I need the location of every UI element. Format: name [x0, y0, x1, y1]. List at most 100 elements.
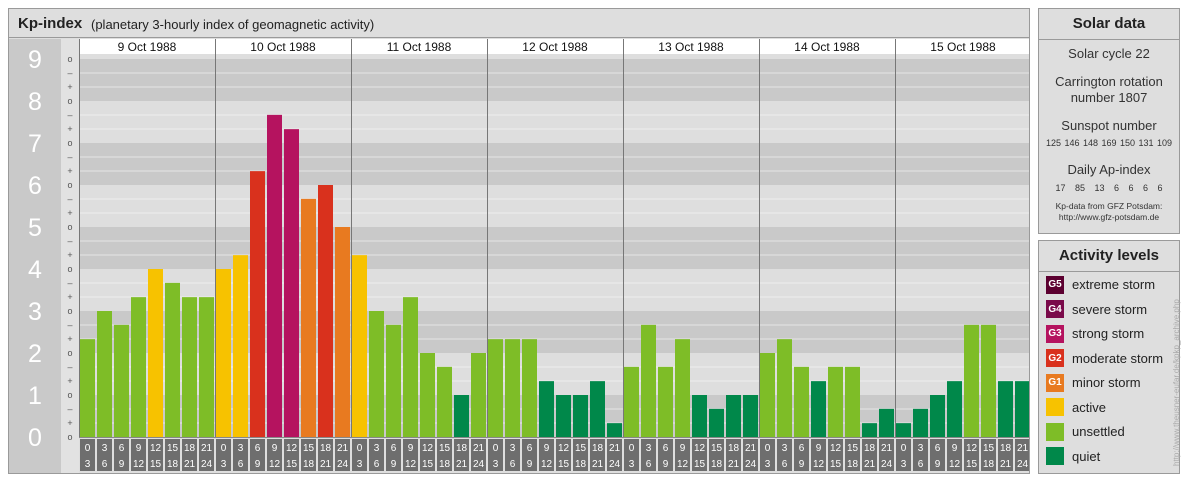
interval-start-label: 18: [1000, 443, 1012, 454]
interval-start-label: 21: [881, 443, 893, 454]
kp-bar: [454, 395, 469, 437]
interval-start-label: 0: [629, 443, 635, 454]
interval-start-label: 12: [150, 443, 162, 454]
interval-end-label: 24: [337, 459, 349, 470]
y-subtick-label: +: [67, 250, 72, 260]
kp-bar: [692, 395, 707, 437]
interval-start-label: 18: [456, 443, 468, 454]
legend-label: unsettled: [1072, 424, 1125, 439]
kp-bar: [233, 255, 248, 437]
kp-bar: [811, 381, 826, 437]
y-subtick-label: o: [67, 180, 72, 190]
interval-start-label: 0: [901, 443, 907, 454]
kp-bar: [420, 353, 435, 437]
kp-bar: [828, 366, 843, 437]
day-label: 12 Oct 1988: [522, 40, 588, 54]
kp-bar: [743, 395, 758, 437]
y-subtick-label: o: [67, 264, 72, 274]
y-subtick-label: o: [67, 96, 72, 106]
kp-bar: [539, 381, 554, 437]
y-subtick-label: –: [67, 194, 72, 204]
interval-start-label: 15: [303, 443, 315, 454]
interval-start-label: 6: [935, 443, 941, 454]
legend-label: minor storm: [1072, 375, 1141, 390]
kp-bar: [590, 381, 605, 437]
y-subtick-label: –: [67, 320, 72, 330]
kp-bar: [556, 395, 571, 437]
legend-label: moderate storm: [1072, 350, 1164, 366]
kp-bar: [726, 395, 741, 437]
interval-end-label: 15: [830, 459, 842, 470]
interval-end-label: 15: [150, 459, 162, 470]
day-label: 9 Oct 1988: [118, 40, 177, 54]
legend-label: active: [1072, 399, 1106, 415]
interval-end-label: 3: [221, 459, 227, 470]
interval-start-label: 12: [422, 443, 434, 454]
sunspot-values: 125 146 148 169 150 131 109: [1045, 138, 1173, 148]
kp-bar: [335, 227, 350, 437]
kp-bar: [386, 324, 401, 437]
interval-end-label: 6: [510, 459, 516, 470]
interval-start-label: 3: [918, 443, 924, 454]
interval-end-label: 12: [813, 459, 825, 470]
interval-start-label: 21: [337, 443, 349, 454]
interval-start-label: 18: [184, 443, 196, 454]
y-tick-label: 6: [28, 172, 42, 200]
interval-start-label: 12: [694, 443, 706, 454]
legend-swatch: [1046, 422, 1064, 441]
kp-bar: [777, 339, 792, 437]
kp-chart: 0123456789o+–o+–o+–o+–o+–o+–o+–o+–o+–o9 …: [9, 39, 1029, 473]
day-label: 13 Oct 1988: [658, 40, 724, 54]
day-label: 10 Oct 1988: [250, 40, 316, 54]
legend-item: G1 minor storm: [1046, 373, 1141, 392]
kp-bar: [114, 324, 129, 437]
interval-end-label: 9: [527, 459, 533, 470]
interval-start-label: 3: [782, 443, 788, 454]
interval-start-label: 9: [952, 443, 958, 454]
interval-start-label: 6: [391, 443, 397, 454]
kp-bar: [879, 408, 894, 437]
y-tick-label: 3: [28, 298, 42, 326]
interval-end-label: 24: [1017, 459, 1029, 470]
y-subtick-label: +: [67, 376, 72, 386]
interval-start-label: 6: [663, 443, 669, 454]
solar-cycle: Solar cycle 22: [1068, 46, 1150, 61]
interval-start-label: 6: [799, 443, 805, 454]
y-subtick-label: –: [67, 152, 72, 162]
y-subtick-label: +: [67, 208, 72, 218]
y-subtick-label: +: [67, 82, 72, 92]
y-subtick-label: –: [67, 68, 72, 78]
y-subtick-label: –: [67, 278, 72, 288]
legend-label: strong storm: [1072, 326, 1145, 341]
kp-band: [79, 59, 1029, 101]
chart-subtitle: (planetary 3-hourly index of geomagnetic…: [91, 17, 375, 32]
kp-bar: [981, 324, 996, 437]
interval-start-label: 15: [711, 443, 723, 454]
interval-start-label: 9: [136, 443, 142, 454]
interval-start-label: 3: [646, 443, 652, 454]
kp-bar: [930, 395, 945, 437]
interval-start-label: 12: [286, 443, 298, 454]
interval-start-label: 21: [1017, 443, 1029, 454]
interval-end-label: 24: [201, 459, 213, 470]
y-subtick-label: –: [67, 110, 72, 120]
legend-swatch: [1046, 398, 1064, 416]
interval-end-label: 6: [646, 459, 652, 470]
kp-bar: [607, 423, 622, 437]
kp-bar: [624, 366, 639, 437]
interval-end-label: 18: [847, 459, 859, 470]
kp-band: [79, 185, 1029, 227]
kp-bar: [403, 297, 418, 437]
y-subtick-label: –: [67, 362, 72, 372]
interval-start-label: 9: [680, 443, 686, 454]
kp-bar: [488, 339, 503, 437]
interval-end-label: 9: [663, 459, 669, 470]
y-subtick-label: +: [67, 166, 72, 176]
y-subtick-label: o: [67, 306, 72, 316]
interval-end-label: 6: [102, 459, 108, 470]
kp-chart-panel: 0 1 2 3 4 5 6 7 8 9 o + – o + – o + – o + – o + – o + – o + – o + – o + – o 9 …: [8, 8, 1030, 474]
interval-end-label: 18: [711, 459, 723, 470]
y-tick-label: 8: [28, 88, 42, 116]
interval-end-label: 21: [1000, 459, 1012, 470]
kp-bar: [97, 311, 112, 437]
